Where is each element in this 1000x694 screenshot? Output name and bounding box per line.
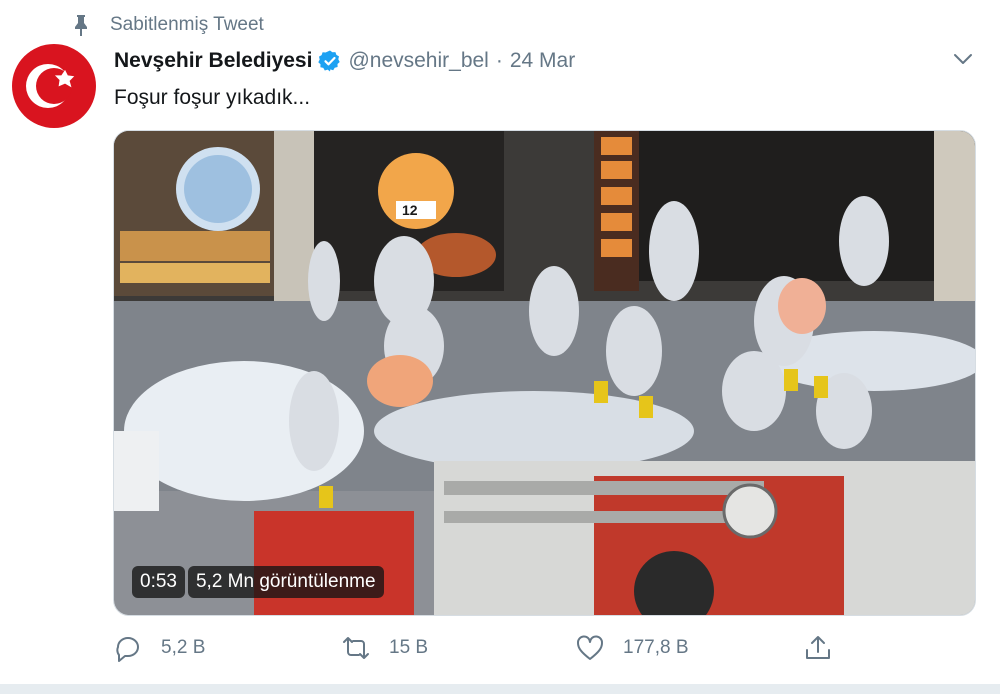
reply-count: 5,2 B [161,637,206,658]
feed-divider [0,684,1000,694]
share-icon [806,636,830,659]
video-duration: 0:53 [132,566,185,598]
like-count: 177,8 B [623,637,689,658]
author-handle[interactable]: @nevsehir_bel [348,49,488,73]
separator-dot: · [495,49,503,72]
tweet-actions: 5,2 B 15 B 177,8 B [113,633,833,669]
storefront-sign-text: 12 [402,202,418,218]
video-meta: 0:53 5,2 Mn görüntülenme [132,566,384,598]
tweet-date[interactable]: 24 Mar [510,49,575,73]
retweet-icon [343,637,369,659]
heart-icon [577,635,603,660]
video-view-count: 5,2 Mn görüntülenme [187,566,384,598]
reply-icon [116,637,139,662]
tweet-text: Foşur foşur yıkadık... [114,86,311,109]
verified-badge-icon [318,49,342,73]
pin-icon [72,14,90,36]
share-button[interactable] [803,633,851,663]
pinned-text: Sabitlenmiş Tweet [110,14,264,35]
retweet-button[interactable]: 15 B [341,633,428,663]
retweet-count: 15 B [389,637,429,658]
pinned-tweet-label: Sabitlenmiş Tweet [72,12,264,38]
reply-button[interactable]: 5,2 B [113,633,205,663]
chevron-down-icon[interactable] [952,50,974,68]
author-display-name[interactable]: Nevşehir Belediyesi [114,49,312,73]
tweet-header: Nevşehir Belediyesi @nevsehir_bel · 24 M… [114,46,575,76]
like-button[interactable]: 177,8 B [575,633,689,663]
video-player[interactable]: 12 [113,130,976,616]
video-frame: 12 [114,131,975,615]
avatar[interactable] [12,44,96,128]
